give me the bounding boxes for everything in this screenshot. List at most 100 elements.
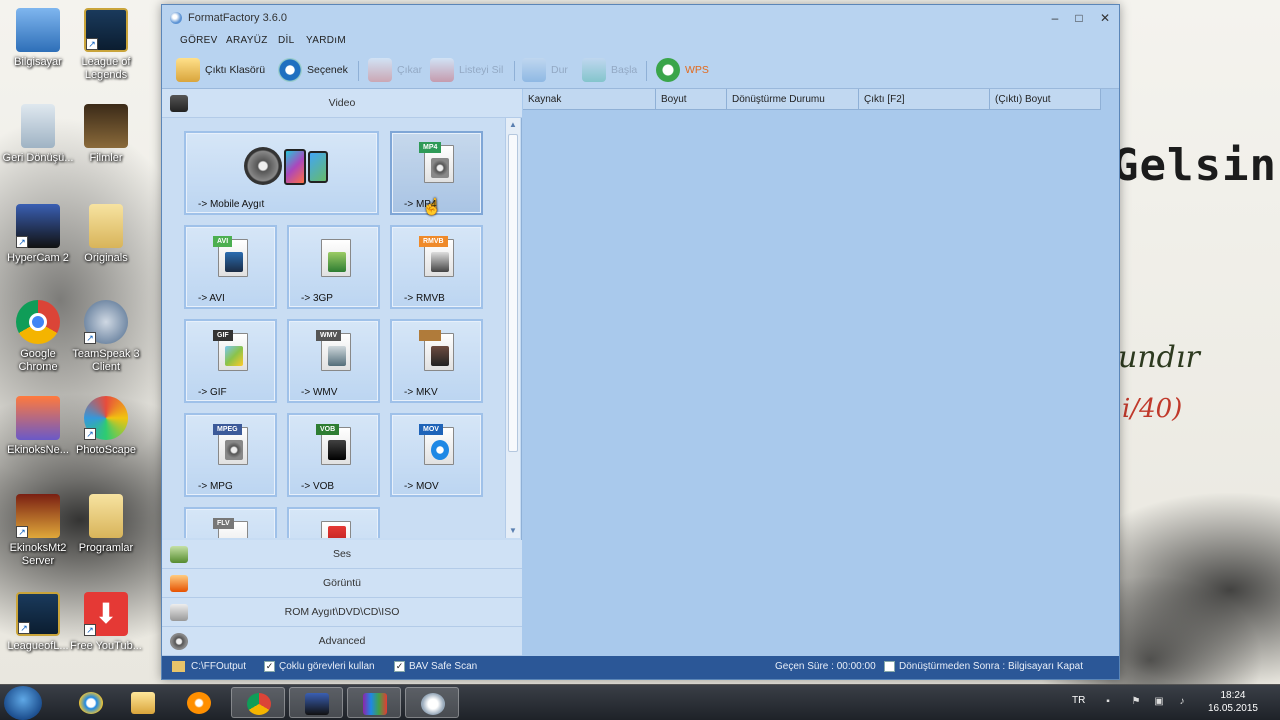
folder-icon bbox=[172, 661, 185, 672]
output-folder-link[interactable]: C:\FFOutput bbox=[172, 661, 246, 672]
desktop-icon-leagueofl[interactable]: ↗ LeagueofL... bbox=[0, 592, 76, 653]
format-tile-gif[interactable]: GIF -> GIF bbox=[184, 319, 277, 403]
category-video[interactable]: Video bbox=[162, 89, 522, 118]
task-list[interactable]: Kaynak Boyut Dönüştürme Durumu Çıktı [F2… bbox=[523, 89, 1119, 656]
taskbar-media-player[interactable] bbox=[172, 687, 226, 718]
film-reel-icon bbox=[170, 633, 188, 650]
language-indicator[interactable]: TR bbox=[1072, 695, 1085, 706]
taskbar-winrar[interactable] bbox=[347, 687, 401, 718]
image-icon bbox=[170, 575, 188, 592]
desktop-icon-computer[interactable]: Bilgisayar bbox=[0, 8, 76, 69]
shutdown-checkbox[interactable]: Dönüştürmeden Sonra : Bilgisayarı Kapat bbox=[884, 661, 1083, 672]
button-label: Başla bbox=[611, 64, 638, 76]
menu-task[interactable]: GÖREV bbox=[180, 35, 218, 46]
format-tile-rmvb[interactable]: RMVB -> RMVB bbox=[390, 225, 483, 309]
format-tile-flv[interactable]: FLV bbox=[184, 507, 277, 538]
desktop-icon-mt2[interactable]: ↗ EkinoksMt2 Server bbox=[0, 494, 76, 568]
format-tile-3gp[interactable]: -> 3GP bbox=[287, 225, 380, 309]
toolbar-separator bbox=[514, 61, 515, 81]
taskbar-chrome[interactable] bbox=[231, 687, 285, 718]
format-label: -> MOV bbox=[404, 481, 439, 492]
chrome-icon bbox=[16, 300, 60, 344]
desktop-icon-movies[interactable]: Filmler bbox=[68, 104, 144, 165]
maximize-button[interactable]: □ bbox=[1068, 9, 1090, 27]
toolbar-separator bbox=[358, 61, 359, 81]
desktop-icon-originals[interactable]: Originals bbox=[68, 204, 144, 265]
clock[interactable]: 18:24 16.05.2015 bbox=[1208, 689, 1258, 715]
remove-button[interactable]: Çıkar bbox=[368, 57, 422, 83]
teamspeak-icon: ↗ bbox=[84, 300, 128, 344]
taskbar-formatfactory[interactable] bbox=[405, 687, 459, 718]
output-folder-button[interactable]: Çıktı Klasörü bbox=[176, 57, 265, 83]
format-scrollbar[interactable]: ▲ ▼ bbox=[505, 118, 520, 538]
format-tag: GIF bbox=[213, 330, 233, 341]
format-label: -> MPG bbox=[198, 481, 233, 492]
flv-icon: FLV bbox=[213, 518, 248, 538]
category-advanced[interactable]: Advanced bbox=[162, 627, 522, 656]
close-button[interactable]: ✕ bbox=[1094, 9, 1116, 27]
format-tile-mkv[interactable]: -> MKV bbox=[390, 319, 483, 403]
column-output-size[interactable]: (Çıktı) Boyut bbox=[990, 89, 1101, 110]
start-button[interactable] bbox=[4, 686, 42, 720]
desktop-icon-teamspeak[interactable]: ↗ TeamSpeak 3 Client bbox=[68, 300, 144, 374]
desktop-icon-hypercam[interactable]: ↗ HyperCam 2 bbox=[0, 204, 76, 265]
format-tile-mov[interactable]: MOV -> MOV bbox=[390, 413, 483, 497]
elapsed-time: Geçen Süre : 00:00:00 bbox=[775, 661, 876, 672]
desktop-icon-label: Bilgisayar bbox=[14, 56, 62, 68]
avi-icon: AVI bbox=[213, 236, 248, 277]
desktop-icon-label: PhotoScape bbox=[76, 444, 136, 456]
clear-list-button[interactable]: Listeyi Sil bbox=[430, 57, 503, 83]
format-tile-wmv[interactable]: WMV -> WMV bbox=[287, 319, 380, 403]
column-output[interactable]: Çıktı [F2] bbox=[859, 89, 990, 110]
taskbar-hypercam[interactable] bbox=[289, 687, 343, 718]
desktop-icon-freeyoutube[interactable]: ⬇ ↗ Free YouTub... bbox=[68, 592, 144, 653]
folder-icon bbox=[89, 494, 123, 538]
tray-volume-icon[interactable]: ♪ bbox=[1176, 696, 1188, 708]
desktop-icon-league[interactable]: ↗ League of Legends bbox=[68, 8, 144, 82]
format-tile-vob[interactable]: VOB -> VOB bbox=[287, 413, 380, 497]
taskbar-explorer[interactable] bbox=[116, 687, 170, 718]
checkbox-checked-icon: ✓ bbox=[394, 661, 405, 672]
desktop-icon-chrome[interactable]: Google Chrome bbox=[0, 300, 76, 374]
category-rom[interactable]: ROM Aygıt\DVD\CD\ISO bbox=[162, 598, 522, 627]
tray-network-icon[interactable]: ▣ bbox=[1153, 696, 1165, 708]
menu-language[interactable]: DİL bbox=[278, 35, 294, 46]
format-tile-mp4[interactable]: MP4 ☝ -> MP4 bbox=[390, 131, 483, 216]
menu-interface[interactable]: ARAYÜZ bbox=[226, 35, 268, 46]
tray-keyboard-icon[interactable]: ▪ bbox=[1102, 696, 1114, 708]
format-tile-mobile[interactable]: -> Mobile Aygıt bbox=[184, 131, 379, 215]
desktop-icon-programs[interactable]: Programlar bbox=[68, 494, 144, 555]
title-bar[interactable]: FormatFactory 3.6.0 ‒ □ ✕ bbox=[162, 5, 1119, 31]
category-image[interactable]: Görüntü bbox=[162, 569, 522, 598]
scroll-down-icon[interactable]: ▼ bbox=[506, 524, 520, 538]
multitask-checkbox[interactable]: ✓ Çoklu görevleri kullan bbox=[264, 661, 375, 672]
tray-flag-icon[interactable]: ⚑ bbox=[1130, 696, 1142, 708]
options-button[interactable]: Seçenek bbox=[278, 57, 348, 83]
desktop-icon-ekinoks[interactable]: EkinoksNe... bbox=[0, 396, 76, 457]
menu-help[interactable]: YARDıM bbox=[306, 35, 346, 46]
minimize-button[interactable]: ‒ bbox=[1044, 9, 1066, 27]
button-label: Çıkar bbox=[397, 64, 423, 76]
taskbar-ie[interactable] bbox=[64, 687, 118, 718]
scroll-thumb[interactable] bbox=[508, 134, 518, 452]
wps-button[interactable]: WPS bbox=[656, 57, 709, 83]
format-label: -> WMV bbox=[301, 387, 338, 398]
desktop-icon-recycle[interactable]: Geri Dönüşü... bbox=[0, 104, 76, 165]
column-status[interactable]: Dönüştürme Durumu bbox=[727, 89, 859, 110]
desktop-icon-photoscape[interactable]: ↗ PhotoScape bbox=[68, 396, 144, 457]
scroll-up-icon[interactable]: ▲ bbox=[506, 118, 520, 132]
format-tile-swf[interactable] bbox=[287, 507, 380, 538]
category-audio[interactable]: Ses bbox=[162, 540, 522, 569]
column-source[interactable]: Kaynak bbox=[523, 89, 656, 110]
rmvb-icon: RMVB bbox=[419, 236, 454, 277]
button-label: Çıktı Klasörü bbox=[205, 64, 266, 76]
bav-scan-checkbox[interactable]: ✓ BAV Safe Scan bbox=[394, 661, 477, 672]
toolbar-separator bbox=[646, 61, 647, 81]
format-tile-avi[interactable]: AVI -> AVI bbox=[184, 225, 277, 309]
start-button[interactable]: Başla bbox=[582, 57, 637, 83]
format-tile-mpg[interactable]: MPEG -> MPG bbox=[184, 413, 277, 497]
column-size[interactable]: Boyut bbox=[656, 89, 727, 110]
computer-icon bbox=[16, 8, 60, 52]
stop-button[interactable]: Dur bbox=[522, 57, 568, 83]
vob-icon: VOB bbox=[316, 424, 351, 465]
